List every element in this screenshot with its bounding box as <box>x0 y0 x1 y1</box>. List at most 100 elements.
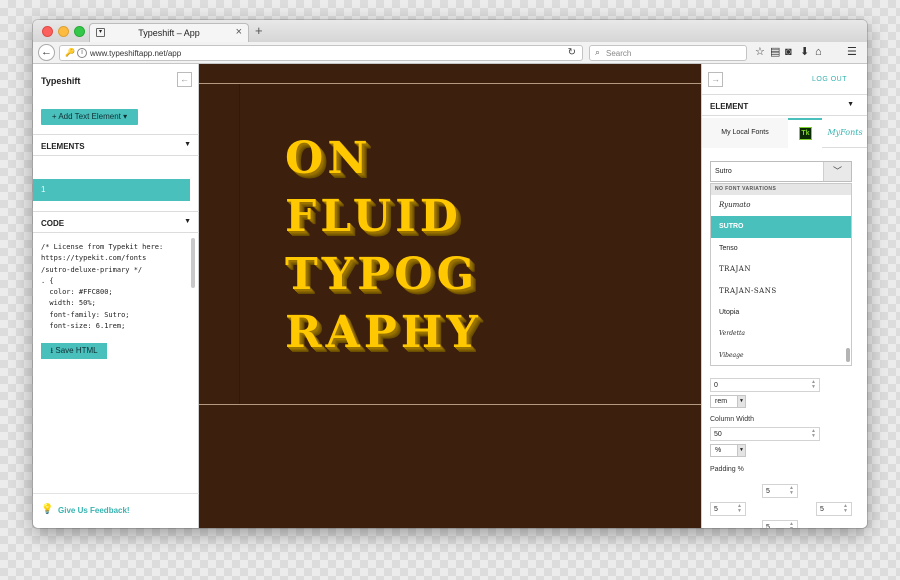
padding-left-value: 5 <box>714 506 718 513</box>
padding-label: Padding % <box>710 466 744 473</box>
font-option[interactable]: TRAJAN <box>711 259 851 280</box>
padding-bottom-input[interactable]: 5 ▲▼ <box>762 520 798 528</box>
stepper-arrows-icon[interactable]: ▲▼ <box>737 504 742 514</box>
column-width-label: Column Width <box>710 416 754 423</box>
stepper-arrows-icon[interactable]: ▲▼ <box>843 504 848 514</box>
canvas-top-guide <box>199 83 701 84</box>
column-width-unit-value: % <box>715 447 722 454</box>
font-option[interactable]: Vibeage <box>711 345 851 365</box>
column-width-value: 50 <box>714 431 722 438</box>
font-option[interactable]: Utopia <box>711 302 851 323</box>
feedback-link[interactable]: 💡 Give Us Feedback! <box>33 493 199 528</box>
tab-typekit[interactable]: Tk <box>788 118 822 148</box>
home-icon[interactable]: ⌂ <box>815 46 822 59</box>
title-bar: ▾ Typeshift – App × + <box>33 20 867 42</box>
minimize-window-button[interactable] <box>58 26 69 37</box>
elements-section-header[interactable]: ELEMENTS ▼ <box>33 134 199 156</box>
app-title: Typeshift <box>41 76 81 86</box>
padding-bottom-value: 5 <box>766 524 770 528</box>
pocket-icon[interactable]: ◙ <box>785 46 792 59</box>
code-header-label: CODE <box>41 219 65 228</box>
save-html-button[interactable]: ⭳ Save HTML <box>41 343 107 359</box>
font-source-tabs: My Local Fonts Tk MyFonts <box>702 118 867 148</box>
element-list-item[interactable]: 1 <box>33 179 190 201</box>
zoom-window-button[interactable] <box>74 26 85 37</box>
stepper-arrows-icon[interactable]: ▲▼ <box>811 429 816 439</box>
logout-link[interactable]: LOG OUT <box>812 76 847 83</box>
font-option-selected[interactable]: SUTRO <box>711 216 851 238</box>
tab-title: Typeshift – App <box>138 28 200 38</box>
chevron-down-icon[interactable]: ﹀ <box>823 162 851 181</box>
browser-tab[interactable]: ▾ Typeshift – App × <box>89 23 249 42</box>
chevron-down-icon: ▼ <box>184 218 191 225</box>
dropdown-scrollbar[interactable] <box>846 348 850 362</box>
reading-list-icon[interactable]: ▤ <box>770 46 780 59</box>
collapse-left-button[interactable]: ← <box>177 72 192 87</box>
back-button[interactable]: ← <box>38 44 55 61</box>
search-icon: ⌕ <box>595 47 601 57</box>
padding-top-value: 5 <box>766 488 770 495</box>
font-select-value: Sutro <box>715 168 732 175</box>
chevron-down-icon: ▼ <box>184 141 191 148</box>
code-editor[interactable]: /* License from Typekit here: https://ty… <box>41 242 191 334</box>
column-width-input[interactable]: 50 ▲ ▼ <box>710 427 820 441</box>
padding-top-input[interactable]: 5 ▲ ▼ <box>762 484 798 498</box>
stepper-arrows-icon[interactable]: ▲▼ <box>789 486 794 496</box>
element-header-label: ELEMENT <box>710 102 749 111</box>
reload-icon[interactable]: ↻ <box>568 47 576 58</box>
headline-line: ON <box>285 133 372 184</box>
search-input[interactable]: ⌕ Search <box>589 45 747 61</box>
padding-right-value: 5 <box>820 506 824 513</box>
new-tab-button[interactable]: + <box>255 23 263 38</box>
chevron-down-icon: ▼ <box>847 101 854 108</box>
address-bar[interactable]: 🔑 i www.typeshiftapp.net/app ↻ <box>59 45 583 61</box>
code-section-header[interactable]: CODE ▼ <box>33 211 199 233</box>
padding-left-input[interactable]: 5 ▲ ▼ <box>710 502 746 516</box>
headline-text[interactable]: ON FLUID TYPOG RAPHY <box>285 130 645 362</box>
url-text[interactable]: www.typeshiftapp.net/app <box>90 49 181 58</box>
browser-toolbar: ← 🔑 i www.typeshiftapp.net/app ↻ ⌕ Searc… <box>33 42 867 64</box>
font-family-select[interactable]: Sutro ﹀ <box>710 161 852 182</box>
browser-window: ▾ Typeshift – App × + ← 🔑 i www.typeshif… <box>33 20 867 528</box>
tab-my-local-fonts[interactable]: My Local Fonts <box>702 118 788 148</box>
font-option[interactable]: Tenso <box>711 238 851 259</box>
headline-line: TYPOG <box>285 249 479 300</box>
stepper-arrows-icon[interactable]: ▲▼ <box>811 380 816 390</box>
close-window-button[interactable] <box>42 26 53 37</box>
download-icon[interactable]: ⬇ <box>800 46 809 59</box>
feedback-label: Give Us Feedback! <box>58 506 130 515</box>
top-unit-select[interactable]: rem ▼ <box>710 395 746 408</box>
element-section-header[interactable]: ELEMENT ▼ <box>702 94 867 116</box>
key-icon[interactable]: 🔑 <box>65 48 75 57</box>
add-text-element-button[interactable]: + Add Text Element ▾ <box>41 109 138 125</box>
search-placeholder: Search <box>606 49 632 58</box>
chevron-down-icon: ▼ <box>737 396 745 407</box>
stepper-arrows-icon[interactable]: ▲▼ <box>789 522 794 529</box>
info-icon[interactable]: i <box>77 48 87 58</box>
preview-canvas[interactable]: ON FLUID TYPOG RAPHY <box>199 64 701 528</box>
font-dropdown-list[interactable]: NO FONT VARIATIONS Ryumato SUTRO Tenso T… <box>710 183 852 366</box>
elements-header-label: ELEMENTS <box>41 142 85 151</box>
code-scrollbar[interactable] <box>191 238 195 288</box>
top-value: 0 <box>714 382 718 389</box>
canvas-column-guide <box>239 84 240 404</box>
dropdown-group-label: NO FONT VARIATIONS <box>711 184 851 195</box>
font-option[interactable]: Ryumato <box>711 195 851 216</box>
element-item-label: 1 <box>41 185 46 194</box>
headline-line: FLUID <box>285 191 462 242</box>
right-sidebar: → LOG OUT ELEMENT ▼ My Local Fonts Tk My… <box>701 64 867 528</box>
top-value-input[interactable]: 0 ▲ ▼ <box>710 378 820 392</box>
left-sidebar: Typeshift ← + Add Text Element ▾ ELEMENT… <box>33 64 199 528</box>
padding-right-input[interactable]: 5 ▲ ▼ <box>816 502 852 516</box>
column-width-unit-select[interactable]: % ▼ <box>710 444 746 457</box>
chevron-down-icon: ▼ <box>737 445 745 456</box>
expand-right-button[interactable]: → <box>708 72 723 87</box>
tab-close-icon[interactable]: × <box>236 26 242 38</box>
menu-icon[interactable]: ☰ <box>847 46 857 59</box>
font-option[interactable]: TRAJAN-SANS <box>711 281 851 302</box>
font-option[interactable]: Verdetta <box>711 323 851 344</box>
typekit-logo-icon: Tk <box>799 127 812 140</box>
lightbulb-icon: 💡 <box>41 504 54 515</box>
bookmark-star-icon[interactable]: ☆ <box>755 46 765 59</box>
tab-myfonts[interactable]: MyFonts <box>822 118 867 148</box>
